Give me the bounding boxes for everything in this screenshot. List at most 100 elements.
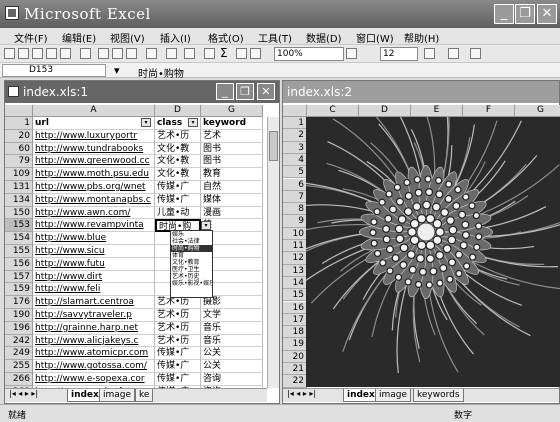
class-dropdown-list[interactable]: 娱乐 社会•法律 时尚•购物 体育 文化•教育 医疗•卫生 艺术•历史 娱乐•影视•娱乐 — [170, 230, 213, 298]
cell-url[interactable]: http://www.e-sopexa.cor — [33, 373, 155, 386]
row-header[interactable]: 255 — [5, 360, 33, 373]
row-header[interactable]: 6 — [283, 178, 307, 191]
dropdown-arrow-icon[interactable]: ▾ — [201, 221, 211, 230]
row-header[interactable]: 7 — [283, 190, 307, 204]
cell-keyword[interactable]: 咨询 — [201, 373, 263, 386]
cell-url[interactable]: http://www.greenwood.cc — [33, 155, 155, 169]
cell-url[interactable]: http://www.atomicpr.com — [33, 347, 155, 361]
font-color-icon[interactable] — [470, 48, 481, 59]
tab-keywords[interactable]: ke — [135, 389, 154, 402]
cell-keyword[interactable]: 图书 — [201, 142, 263, 156]
menu-view[interactable]: 视图(V) — [110, 30, 145, 45]
menu-edit[interactable]: 编辑(E) — [62, 30, 96, 45]
new-icon[interactable] — [4, 48, 15, 59]
cell-url[interactable]: http://www.dirt — [33, 270, 155, 284]
cell-url[interactable]: http://www.montanapbs.c — [33, 193, 155, 207]
row-header[interactable]: 131 — [5, 181, 33, 194]
cell-url[interactable]: http://slamart.centroa — [33, 296, 155, 309]
row-header[interactable]: 17 — [283, 313, 307, 327]
row-header[interactable]: 11 — [283, 240, 307, 253]
col-header-g[interactable]: G — [201, 105, 263, 117]
function-icon[interactable]: ▾ — [114, 64, 120, 77]
dropdown-option[interactable]: 娱乐 — [171, 231, 212, 238]
cell-url[interactable]: http://www.sicu — [33, 245, 155, 258]
copy-icon[interactable] — [112, 48, 123, 59]
cell-url[interactable]: http://www.pbs.org/wnet — [33, 181, 155, 194]
row-header[interactable]: 4 — [283, 153, 307, 167]
sort-asc-icon[interactable] — [236, 48, 247, 59]
dropdown-option[interactable]: 时尚•购物 — [171, 245, 212, 252]
row-header[interactable]: 155 — [5, 245, 33, 258]
menu-window[interactable]: 窗口(W) — [356, 30, 394, 45]
select-all-corner[interactable] — [5, 105, 33, 117]
tab-image[interactable]: image — [99, 389, 136, 402]
row-header[interactable]: 134 — [5, 193, 33, 207]
undo-icon[interactable] — [166, 48, 177, 59]
cell-keyword[interactable]: 音乐 — [201, 321, 263, 335]
col-header[interactable]: E — [411, 105, 463, 117]
minimize-button[interactable]: _ — [494, 4, 514, 24]
spell-icon[interactable] — [80, 48, 91, 59]
cell-url[interactable]: http://www.moth.psu.edu — [33, 168, 155, 181]
col-header[interactable]: F — [463, 105, 515, 117]
cell-class[interactable]: 传媒•广 — [155, 373, 201, 386]
help-icon[interactable] — [346, 48, 357, 59]
workbook-icon[interactable] — [8, 86, 19, 97]
row-header[interactable]: 14 — [283, 276, 307, 290]
print-icon[interactable] — [46, 48, 57, 59]
dropdown-option[interactable]: 体育 — [171, 252, 212, 259]
row-header[interactable]: 190 — [5, 309, 33, 322]
menu-insert[interactable]: 插入(I) — [160, 30, 191, 45]
cell-class[interactable]: 传媒•广 — [155, 181, 201, 194]
menu-data[interactable]: 数据(D) — [306, 30, 342, 45]
cell-class[interactable]: 艺术•历 — [155, 296, 201, 309]
filter-class-icon[interactable]: ▾ — [188, 118, 198, 127]
row-header[interactable]: 159 — [5, 283, 33, 297]
menu-help[interactable]: 帮助(H) — [404, 30, 439, 45]
cell-url[interactable]: http://www.revampvinta — [33, 219, 155, 233]
menu-tools[interactable]: 工具(T) — [258, 30, 292, 45]
cell-keyword[interactable]: 公关 — [201, 347, 263, 361]
close-button[interactable]: ✕ — [537, 4, 557, 24]
col-header[interactable]: D — [359, 105, 411, 117]
cell-keyword[interactable]: 音乐 — [201, 334, 263, 348]
row-header[interactable]: 154 — [5, 232, 33, 245]
cell-class[interactable]: 文化•教 — [155, 168, 201, 181]
row-header[interactable]: 16 — [283, 301, 307, 314]
font-size-select[interactable]: 12 — [380, 47, 418, 61]
cell-class[interactable]: 文化•教 — [155, 155, 201, 169]
cell-class[interactable]: 文化•教 — [155, 142, 201, 156]
flower-image[interactable] — [306, 117, 560, 387]
row-header[interactable]: 156 — [5, 257, 33, 271]
select-all-corner-2[interactable] — [283, 105, 307, 117]
cell-keyword[interactable]: 摄影 — [201, 296, 263, 309]
open-icon[interactable] — [18, 48, 29, 59]
fill-color-icon[interactable] — [448, 48, 459, 59]
cell-keyword[interactable]: 图书 — [201, 155, 263, 169]
cell-class[interactable]: 传媒•广 — [155, 360, 201, 373]
dropdown-option[interactable]: 医疗•卫生 — [171, 266, 212, 273]
hyperlink-icon[interactable] — [204, 48, 215, 59]
tab-scroll-arrows[interactable]: |◂ ◂ ▸ ▸| — [9, 389, 38, 398]
cell-url[interactable]: http://savvytraveler.p — [33, 309, 155, 322]
row-header[interactable]: 266 — [5, 373, 33, 386]
row-header[interactable]: 109 — [5, 168, 33, 181]
cell-url[interactable]: http://www.feli — [33, 283, 155, 297]
col-header[interactable]: C — [307, 105, 359, 117]
cell-keyword[interactable]: 自然 — [201, 181, 263, 194]
row-header[interactable]: 242 — [5, 334, 33, 348]
cell-keyword[interactable]: 文学 — [201, 309, 263, 322]
cell-class[interactable]: 传媒•广 — [155, 193, 201, 207]
row-header[interactable]: 79 — [5, 155, 33, 169]
name-box[interactable]: D153 — [2, 64, 106, 77]
tab-index[interactable]: index — [67, 389, 103, 402]
col-header-d[interactable]: D — [155, 105, 201, 117]
redo-icon[interactable] — [184, 48, 195, 59]
zoom-select[interactable]: 100% — [274, 47, 344, 61]
row-header[interactable]: 157 — [5, 270, 33, 284]
preview-icon[interactable] — [60, 48, 71, 59]
window1-restore-button[interactable]: ❐ — [236, 83, 254, 100]
cell-url[interactable]: url — [33, 117, 155, 130]
row-header[interactable]: 10 — [283, 227, 307, 240]
restore-button[interactable]: ❐ — [515, 4, 535, 24]
